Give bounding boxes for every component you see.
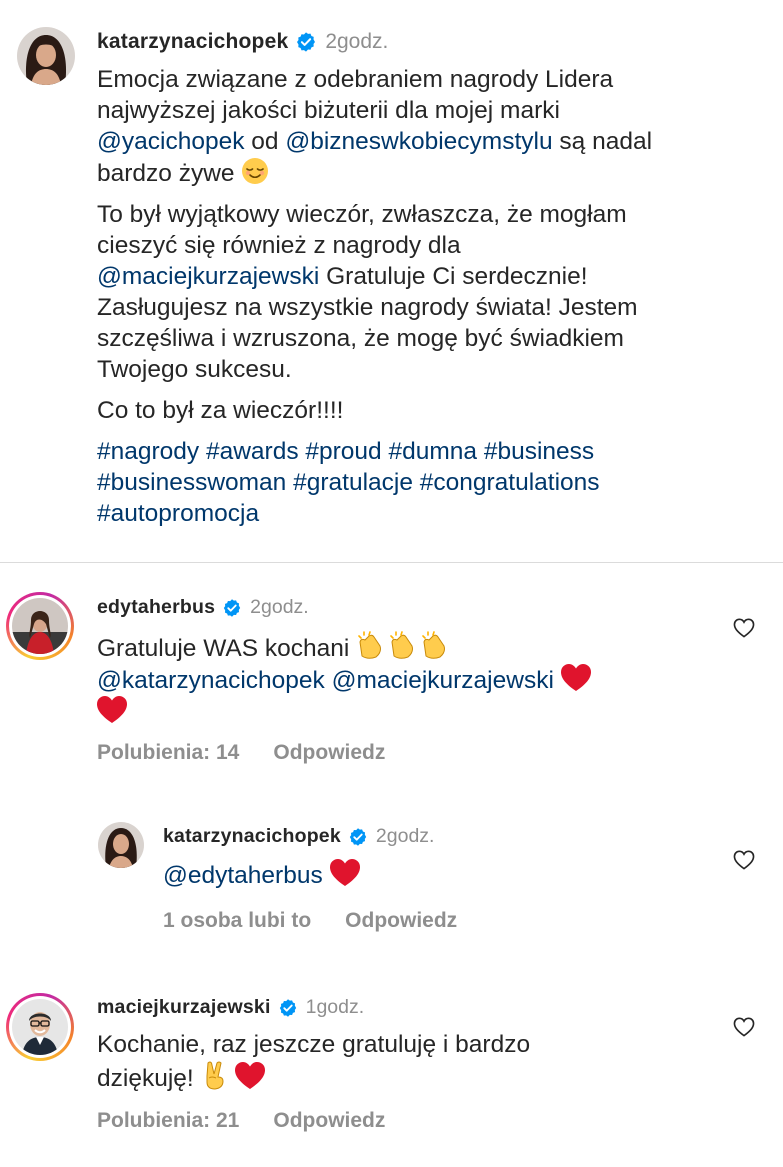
comment-timestamp[interactable]: 2godz. (250, 596, 309, 619)
comment-avatar[interactable] (98, 822, 144, 868)
mention-link[interactable]: @maciejkurzajewski (97, 263, 319, 290)
comment-username[interactable]: katarzynacichopek (163, 825, 341, 848)
post-author-avatar[interactable] (17, 27, 75, 85)
verified-badge-icon (278, 998, 298, 1018)
verified-badge-icon (295, 31, 317, 53)
mention-link[interactable]: @katarzynacichopek (97, 667, 325, 694)
mention-link[interactable]: @maciejkurzajewski (332, 667, 554, 694)
comment-username[interactable]: edytaherbus (97, 596, 215, 619)
divider (0, 562, 783, 563)
red-heart-emoji (97, 696, 127, 724)
clapping-hands-emoji (356, 630, 456, 660)
heart-outline-icon[interactable] (733, 850, 755, 870)
comment-username[interactable]: maciejkurzajewski (97, 996, 271, 1019)
comment-text: @edytaherbus (163, 859, 663, 891)
mention-link[interactable]: @edytaherbus (163, 862, 323, 889)
likes-count[interactable]: Polubienia: 21 (97, 1109, 239, 1133)
post-author-username[interactable]: katarzynacichopek (97, 30, 288, 54)
caption-line: najwyższej jakości biżuterii dla mojej m… (97, 97, 560, 124)
comment-timestamp[interactable]: 2godz. (376, 825, 435, 848)
hashtags[interactable]: #nagrody #awards #proud #dumna #business (97, 436, 777, 467)
reply-button[interactable]: Odpowiedz (273, 1109, 385, 1133)
comment-avatar[interactable] (6, 993, 74, 1061)
red-heart-emoji (329, 859, 360, 887)
caption-line: Emocja związane z odebraniem nagrody Lid… (97, 66, 614, 93)
comment-avatar[interactable] (6, 592, 74, 660)
verified-badge-icon (348, 827, 368, 847)
heart-outline-icon[interactable] (733, 618, 755, 638)
heart-outline-icon[interactable] (733, 1017, 755, 1037)
post-timestamp[interactable]: 2godz. (325, 30, 388, 54)
reply-button[interactable]: Odpowiedz (273, 741, 385, 765)
red-heart-emoji (235, 1062, 266, 1090)
mention-link[interactable]: @bizneswkobiecymstylu (285, 128, 552, 155)
hashtags[interactable]: #autopromocja (97, 498, 777, 529)
relieved-face-emoji (241, 157, 269, 185)
comment-text: Kochanie, raz jeszcze gratuluję i bardzo… (97, 1031, 531, 1092)
hashtags[interactable]: #businesswoman #gratulacje #congratulati… (97, 467, 777, 498)
victory-hand-emoji (201, 1060, 229, 1090)
comment-text: Gratuluje WAS kochani @katarzynacichopek… (97, 630, 697, 728)
likes-count[interactable]: Polubienia: 14 (97, 741, 239, 765)
mention-link[interactable]: @yacichopek (97, 128, 244, 155)
reply-button[interactable]: Odpowiedz (345, 909, 457, 933)
red-heart-emoji (560, 664, 591, 692)
post-caption: Emocja związane z odebraniem nagrody Lid… (97, 64, 777, 529)
verified-badge-icon (222, 598, 242, 618)
comment-timestamp[interactable]: 1godz. (306, 996, 365, 1019)
likes-count[interactable]: 1 osoba lubi to (163, 909, 311, 933)
